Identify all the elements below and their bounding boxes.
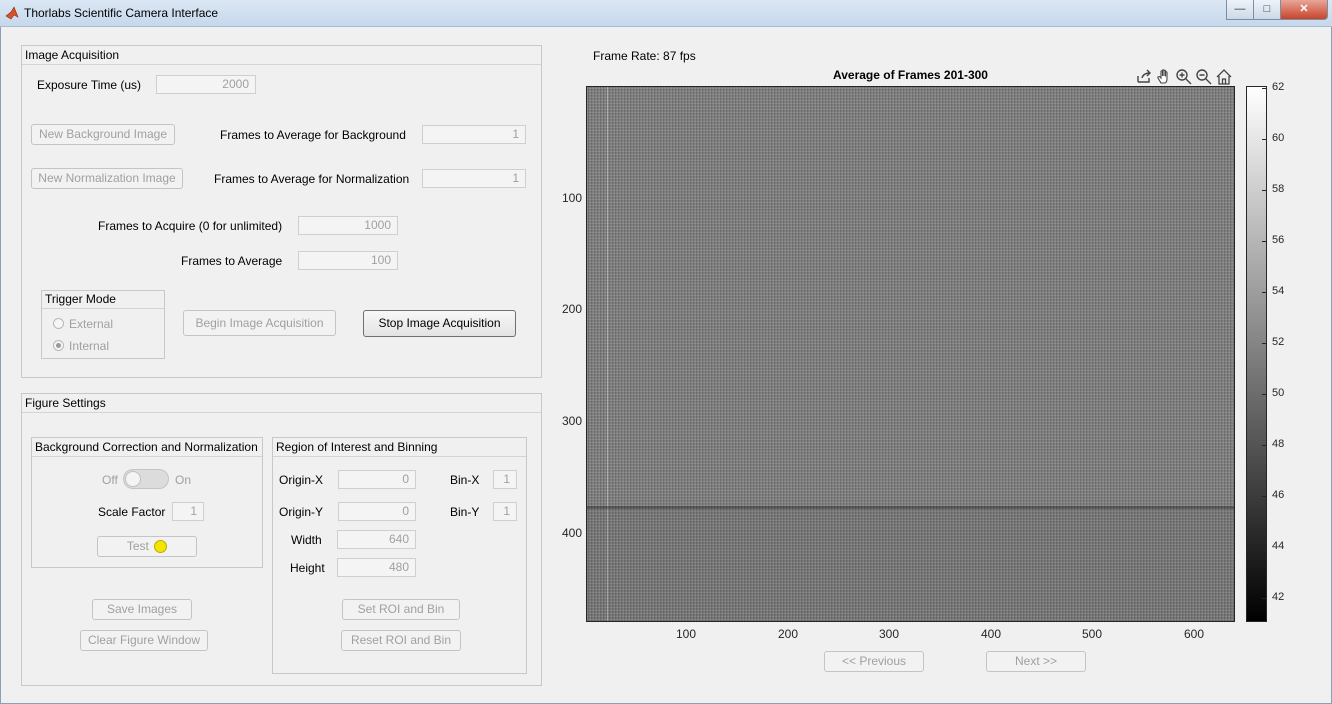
frames-acquire-label: Frames to Acquire (0 for unlimited) [98,219,283,233]
external-label: External [69,317,114,331]
window-title: Thorlabs Scientific Camera Interface [24,6,219,20]
bin-x-label: Bin-X [450,473,480,487]
frame-rate-label: Frame Rate: 87 fps [593,49,696,63]
set-roi-button[interactable]: Set ROI and Bin [342,599,460,620]
new-normalization-button[interactable]: New Normalization Image [31,168,183,189]
height-label: Height [290,561,325,575]
toggle-knob [125,471,141,487]
begin-acquisition-button[interactable]: Begin Image Acquisition [183,310,336,336]
colorbar-tick-label: 54 [1272,285,1285,297]
bgcorr-title: Background Correction and Normalization [32,438,262,457]
pan-icon[interactable] [1155,68,1173,86]
x-tick-label: 400 [981,627,1002,641]
x-tick-label: 300 [879,627,900,641]
colorbar-tick-label: 44 [1272,540,1285,552]
panel-title: Image Acquisition [22,46,541,65]
save-images-button[interactable]: Save Images [92,599,192,620]
frames-average-label: Frames to Average [181,254,283,268]
scale-factor-label: Scale Factor [98,505,166,519]
colorbar-tick-label: 58 [1272,183,1285,195]
clear-figure-button[interactable]: Clear Figure Window [80,630,208,651]
origin-y-field[interactable]: 0 [338,502,416,521]
height-field[interactable]: 480 [337,558,416,577]
camera-image[interactable] [586,86,1235,622]
x-tick-label: 200 [778,627,799,641]
colorbar-tick-label: 56 [1272,234,1285,246]
matlab-app-icon [5,6,19,20]
width-label: Width [291,533,322,547]
colorbar-tick-label: 48 [1272,438,1285,450]
panel-title: Figure Settings [22,394,541,413]
y-tick-label: 300 [562,414,583,428]
zoom-in-icon[interactable] [1175,68,1193,86]
test-label: Test [126,539,149,553]
y-tick-label: 400 [562,526,583,540]
close-button[interactable]: ✕ [1280,0,1328,20]
export-icon[interactable] [1135,68,1153,86]
previous-button[interactable]: << Previous [824,651,924,672]
bgcorr-toggle-switch[interactable] [123,469,169,489]
norm-frames-field[interactable]: 1 [422,169,526,188]
colorbar-tick-label: 50 [1272,387,1285,399]
next-button[interactable]: Next >> [986,651,1086,672]
x-tick-label: 600 [1184,627,1205,641]
frames-average-field[interactable]: 100 [298,251,398,270]
x-tick-label: 500 [1082,627,1103,641]
internal-radio[interactable] [53,340,64,351]
home-icon[interactable] [1215,68,1233,86]
bin-y-field[interactable]: 1 [493,502,517,521]
external-radio[interactable] [53,318,64,329]
internal-label: Internal [69,339,110,353]
origin-y-label: Origin-Y [279,505,324,519]
x-tick-label: 100 [676,627,697,641]
y-tick-label: 100 [562,191,583,205]
stop-acquisition-button[interactable]: Stop Image Acquisition [363,310,516,337]
colorbar-tick-label: 60 [1272,132,1285,144]
width-field[interactable]: 640 [337,530,416,549]
test-button[interactable]: Test [97,536,197,557]
new-background-button[interactable]: New Background Image [31,124,175,145]
minimize-button[interactable]: — [1226,0,1254,20]
toggle-off-label: Off [102,473,118,487]
bg-frames-label: Frames to Average for Background [220,128,406,142]
origin-x-field[interactable]: 0 [338,470,416,489]
colorbar-tick-label: 42 [1272,591,1285,603]
y-tick-label: 200 [562,302,583,316]
colorbar-tick-label: 52 [1272,336,1285,348]
image-lower-band [587,509,1234,621]
trigger-mode-title: Trigger Mode [42,291,164,309]
colorbar-tick-label: 46 [1272,489,1285,501]
roi-title: Region of Interest and Binning [273,438,526,457]
bg-frames-field[interactable]: 1 [422,125,526,144]
colorbar-tick-label: 62 [1272,81,1285,93]
exposure-field[interactable]: 2000 [156,75,256,94]
norm-frames-label: Frames to Average for Normalization [214,172,410,186]
axes-toolbar [1135,67,1235,87]
bin-y-label: Bin-Y [450,505,480,519]
zoom-out-icon[interactable] [1195,68,1213,86]
origin-x-label: Origin-X [279,473,324,487]
reset-roi-button[interactable]: Reset ROI and Bin [341,630,461,651]
maximize-button[interactable]: □ [1253,0,1281,20]
toggle-on-label: On [175,473,192,487]
scale-factor-field[interactable]: 1 [172,502,204,521]
status-indicator-icon [154,540,168,554]
exposure-label: Exposure Time (us) [37,78,142,92]
frames-acquire-field[interactable]: 1000 [298,216,398,235]
bin-x-field[interactable]: 1 [493,470,517,489]
colorbar [1246,86,1267,622]
